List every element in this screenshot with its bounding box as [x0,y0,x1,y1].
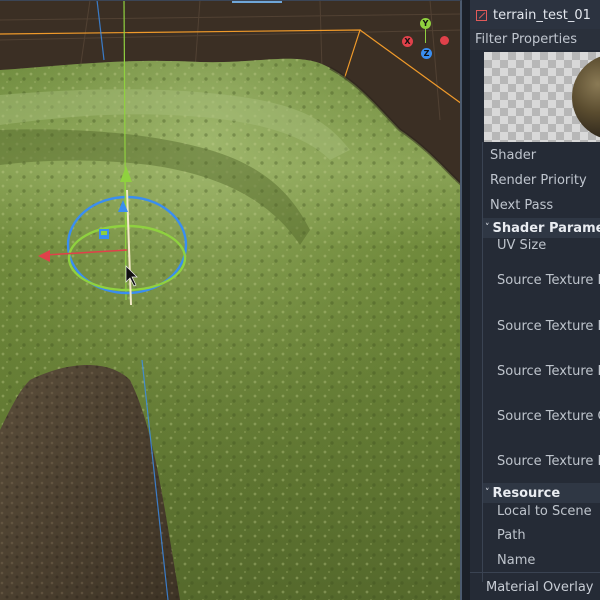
section-resource-label: Resource [492,486,561,501]
property-render-priority[interactable]: Render Priority [483,173,600,188]
property-path[interactable]: Path [483,528,600,543]
param-uv-size[interactable]: UV Size [483,238,600,253]
preview-sphere [572,54,600,140]
chevron-down-icon: ˅ [485,488,490,498]
material-preview [484,52,600,142]
section-resource[interactable]: ˅ Resource [483,483,600,503]
property-shader[interactable]: Shader [483,148,600,163]
filter-properties-input[interactable]: Filter Properties [470,29,600,50]
param-source-texture-mask[interactable]: Source Texture Ma [483,273,600,288]
shader-material-icon [476,9,487,21]
property-name[interactable]: Name [483,553,600,568]
chevron-down-icon: ˅ [485,223,490,233]
z-axis-handle[interactable]: Z [421,48,432,59]
viewport-tab-indicator [232,0,282,3]
section-shader-parameters[interactable]: ˅Shader Parameters [483,218,600,238]
3d-viewport[interactable]: Y X Z [0,0,462,600]
divider [470,572,600,573]
property-next-pass[interactable]: Next Pass [483,198,600,213]
dock-splitter[interactable] [462,0,470,600]
section-shader-parameters-label: Shader Parameters [492,221,600,236]
view-orientation-gizmo[interactable]: Y X Z [398,18,458,62]
param-source-texture-green[interactable]: Source Texture Gre [483,409,600,424]
param-source-texture-black[interactable]: Source Texture Bla [483,319,600,334]
neg-x-axis-handle[interactable] [440,36,449,45]
property-list: Shader Render Priority Next Pass ˅ Shader… [482,142,600,582]
property-local-to-scene[interactable]: Local to Scene [483,504,600,519]
resource-title: terrain_test_01 [493,7,591,23]
property-material-overlay[interactable]: Material Overlay [486,580,594,595]
inspector-panel: terrain_test_01 Filter Properties Shader… [470,0,600,600]
y-axis-handle[interactable]: Y [420,18,431,29]
x-axis-handle[interactable]: X [402,36,413,47]
inspector-resource-header[interactable]: terrain_test_01 [470,0,600,30]
param-source-texture-blue[interactable]: Source Texture Blu [483,454,600,469]
param-source-texture-red[interactable]: Source Texture Red [483,364,600,379]
terrain-scene [0,0,462,600]
